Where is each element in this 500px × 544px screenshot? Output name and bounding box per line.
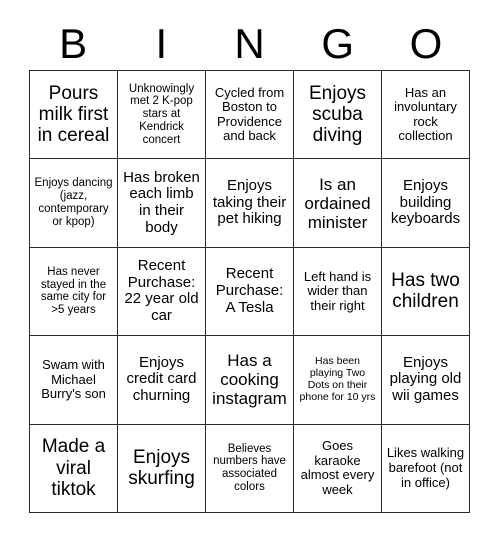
bingo-cell-label: Believes numbers have associated colors <box>213 442 286 494</box>
bingo-header-letter-o: O <box>409 20 443 67</box>
bingo-header-letter-g: G <box>321 20 355 67</box>
bingo-header-letter-b: B <box>59 20 88 67</box>
bingo-cell-label: Pours milk first in cereal <box>37 82 110 147</box>
bingo-cell-label: Has never stayed in the same city for >5… <box>40 265 107 317</box>
bingo-cell-label: Enjoys dancing (jazz, contemporary or kp… <box>34 177 113 228</box>
bingo-cell-label: Likes walking barefoot (not in office) <box>386 445 465 490</box>
bingo-cell[interactable]: Enjoys skurfing <box>118 424 206 513</box>
bingo-cell-label: Has two children <box>391 270 460 313</box>
bingo-cell[interactable]: Enjoys playing old wii games <box>382 336 470 425</box>
bingo-cell-label: Swam with Michael Burry's son <box>41 357 106 402</box>
bingo-header: B I N G O <box>29 18 470 70</box>
bingo-cell-label: Left hand is wider than their right <box>303 268 372 313</box>
bingo-cell-label: Recent Purchase: A Tesla <box>215 265 284 316</box>
bingo-cell-label: Goes karaoke almost every week <box>300 438 375 497</box>
bingo-cell-label: Enjoys credit card churning <box>126 353 197 405</box>
bingo-cell[interactable]: Likes walking barefoot (not in office) <box>382 424 470 513</box>
bingo-cell-label: Made a viral tiktok <box>41 436 106 500</box>
bingo-cell-label: Enjoys skurfing <box>128 447 195 490</box>
bingo-cell[interactable]: Has broken each limb in their body <box>118 159 206 248</box>
bingo-cell[interactable]: Believes numbers have associated colors <box>206 424 294 513</box>
bingo-header-letter-i: I <box>155 20 168 67</box>
bingo-cell[interactable]: Left hand is wider than their right <box>294 247 382 337</box>
bingo-cell[interactable]: Goes karaoke almost every week <box>294 424 382 513</box>
bingo-cell-label: Has been playing Two Dots on their phone… <box>299 355 376 403</box>
bingo-cell-label: Unknowingly met 2 K-pop stars at Kendric… <box>128 82 195 147</box>
bingo-cell-label: Has a cooking instagram <box>212 351 287 409</box>
bingo-cell[interactable]: Enjoys credit card churning <box>118 336 206 425</box>
bingo-cell-label: Enjoys taking their pet hiking <box>212 176 287 228</box>
bingo-cell[interactable]: Enjoys dancing (jazz, contemporary or kp… <box>30 159 118 248</box>
bingo-cell[interactable]: Pours milk first in cereal <box>30 71 118 160</box>
bingo-cell-label: Has broken each limb in their body <box>123 168 200 236</box>
bingo-cell-label: Enjoys building keyboards <box>390 176 461 228</box>
bingo-cell[interactable]: Has been playing Two Dots on their phone… <box>294 336 382 425</box>
bingo-grid: Pours milk first in cereal Unknowingly me… <box>29 70 470 513</box>
bingo-cell[interactable]: Has never stayed in the same city for >5… <box>30 247 118 337</box>
bingo-cell[interactable]: Has a cooking instagram <box>206 336 294 425</box>
bingo-cell[interactable]: Recent Purchase: 22 year old car <box>118 247 206 337</box>
bingo-card: B I N G O Pours milk first in cereal Unkn… <box>0 0 500 544</box>
bingo-cell[interactable]: Unknowingly met 2 K-pop stars at Kendric… <box>118 71 206 160</box>
bingo-cell[interactable]: Cycled from Boston to Providence and bac… <box>206 71 294 160</box>
bingo-cell-label: Enjoys scuba diving <box>308 82 367 147</box>
bingo-cell-label: Cycled from Boston to Providence and bac… <box>214 84 285 144</box>
bingo-cell[interactable]: Recent Purchase: A Tesla <box>206 247 294 337</box>
bingo-cell-label: Is an ordained minister <box>304 174 371 232</box>
bingo-cell[interactable]: Is an ordained minister <box>294 159 382 248</box>
bingo-cell[interactable]: Enjoys taking their pet hiking <box>206 159 294 248</box>
bingo-header-letter-n: N <box>234 20 265 67</box>
bingo-cell-label: Recent Purchase: 22 year old car <box>124 256 199 325</box>
bingo-cell-label: Has an involuntary rock collection <box>394 84 457 144</box>
bingo-cell[interactable]: Has an involuntary rock collection <box>382 71 470 160</box>
bingo-cell-label: Enjoys playing old wii games <box>389 353 462 405</box>
bingo-cell[interactable]: Has two children <box>382 247 470 337</box>
bingo-cell[interactable]: Made a viral tiktok <box>30 424 118 513</box>
bingo-cell[interactable]: Enjoys building keyboards <box>382 159 470 248</box>
bingo-cell[interactable]: Swam with Michael Burry's son <box>30 336 118 425</box>
bingo-cell[interactable]: Enjoys scuba diving <box>294 71 382 160</box>
